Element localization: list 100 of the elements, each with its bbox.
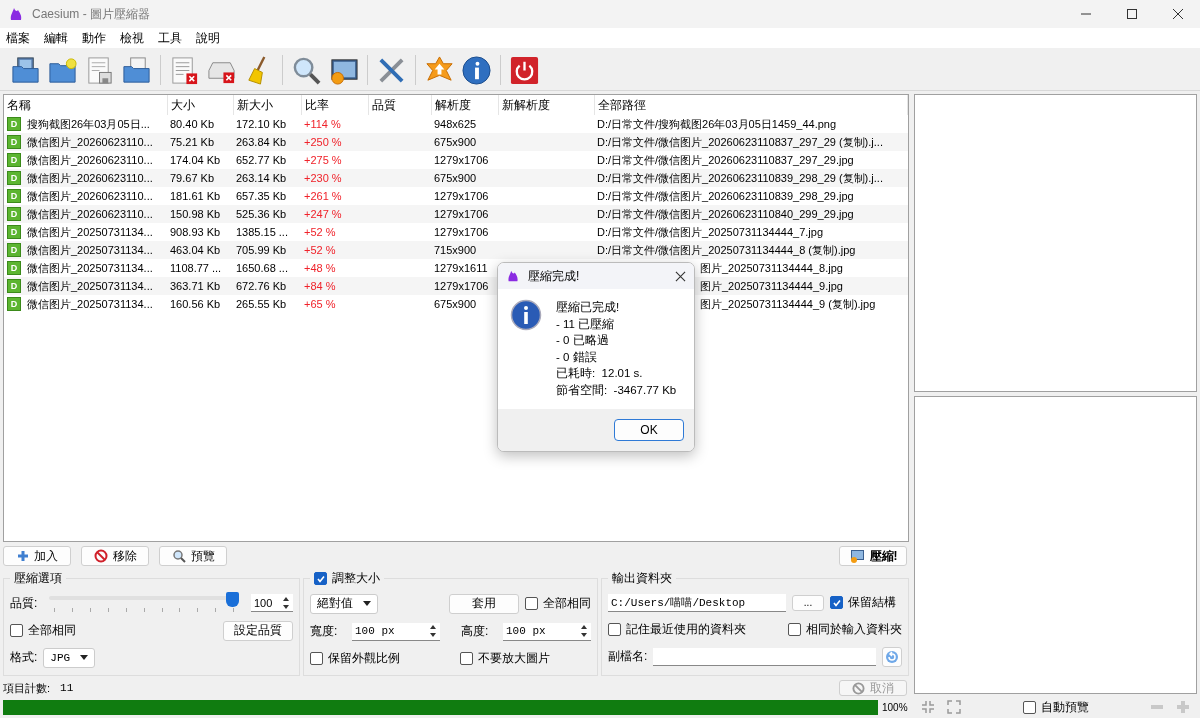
- table-cell: 1385.15 ...: [236, 226, 288, 238]
- checkbox[interactable]: [788, 622, 801, 636]
- menu-item[interactable]: 動作: [82, 29, 106, 47]
- browse-button[interactable]: ...: [792, 594, 824, 611]
- document-delete-icon[interactable]: [169, 54, 200, 86]
- power-icon[interactable]: [509, 54, 540, 86]
- table-cell: 675x900: [434, 172, 477, 184]
- column-header[interactable]: 品質: [368, 95, 431, 115]
- column-header[interactable]: 解析度: [431, 95, 498, 115]
- table-cell: 微信图片_20250731134...: [27, 224, 153, 240]
- field-label: 格式:: [10, 649, 38, 667]
- table-cell: 265.55 Kb: [236, 298, 287, 310]
- column-header[interactable]: 全部路徑: [594, 95, 908, 115]
- slider-thumb[interactable]: [226, 592, 239, 608]
- quality-slider[interactable]: [49, 592, 239, 615]
- checkbox-label: 相同於輸入資料夾: [806, 620, 902, 638]
- info-icon[interactable]: [461, 54, 492, 86]
- file-type-badge: D: [7, 153, 21, 167]
- checkbox[interactable]: [525, 597, 538, 610]
- table-cell: +250 %: [304, 136, 342, 148]
- menu-item[interactable]: 檢視: [120, 29, 144, 47]
- table-cell: +261 %: [304, 190, 342, 202]
- folder-image-icon[interactable]: [10, 54, 41, 86]
- file-type-badge: D: [7, 189, 21, 203]
- table-cell: 微信图片_20260623110...: [27, 134, 153, 150]
- table-cell: 715x900: [434, 244, 477, 256]
- table-cell: 微信图片_20250731134...: [27, 260, 153, 276]
- table-cell: 181.61 Kb: [170, 190, 221, 202]
- table-cell: +230 %: [304, 172, 342, 184]
- table-cell: 微信图片_20260623110...: [27, 206, 153, 222]
- table-cell: 172.10 Kb: [236, 118, 287, 130]
- preview-button[interactable]: 預覽: [159, 546, 227, 566]
- column-header[interactable]: 比率: [301, 95, 368, 115]
- table-cell: 1650.68 ...: [236, 262, 288, 274]
- column-header[interactable]: 新大小: [233, 95, 301, 115]
- file-type-badge: D: [7, 225, 21, 239]
- table-cell: 微信图片_20260623110...: [27, 188, 153, 204]
- table-cell: 1279x1706: [434, 226, 489, 238]
- checkbox[interactable]: [310, 651, 323, 665]
- file-type-badge: D: [7, 279, 21, 293]
- ok-button[interactable]: OK: [614, 419, 684, 441]
- set-quality-button[interactable]: 設定品質: [223, 621, 293, 641]
- table-cell: +114 %: [304, 118, 341, 130]
- plus-icon: [16, 550, 29, 562]
- quality-spinbox[interactable]: 100: [251, 594, 293, 613]
- menu-item[interactable]: 說明: [196, 29, 220, 47]
- progress-text: 100%: [882, 701, 908, 713]
- table-cell: 图片_20250731134444_9.jpg: [700, 279, 843, 292]
- column-header[interactable]: 大小: [167, 95, 233, 115]
- info-icon: [510, 299, 542, 331]
- column-header[interactable]: 名稱: [4, 95, 167, 115]
- file-type-badge: D: [7, 117, 21, 131]
- table-cell: 160.56 Kb: [170, 298, 221, 310]
- close-icon[interactable]: [1172, 8, 1184, 20]
- close-icon[interactable]: [675, 270, 686, 282]
- checkbox-label: 不要放大圖片: [478, 649, 550, 667]
- table-cell: +275 %: [304, 154, 342, 166]
- table-cell: 1279x1706: [434, 190, 489, 202]
- table-cell: 948x625: [434, 118, 477, 130]
- menu-item[interactable]: 編輯: [44, 29, 68, 47]
- table-cell: D:/日常文件/微信图片_20260623110839_298_29.jpg: [597, 189, 854, 202]
- height-spinbox[interactable]: 100 px: [503, 622, 591, 641]
- checkbox[interactable]: [830, 596, 843, 609]
- output-folder-field[interactable]: C:/Users/喵喵/Desktop: [608, 593, 786, 612]
- maximize-icon[interactable]: [1126, 8, 1138, 20]
- table-cell: +52 %: [304, 244, 336, 256]
- field-label: 高度:: [461, 623, 490, 640]
- menu-item[interactable]: 工具: [158, 29, 182, 47]
- checkbox[interactable]: [608, 622, 621, 636]
- checkbox-label: 保留外觀比例: [328, 649, 400, 667]
- table-cell: 657.35 Kb: [236, 190, 287, 202]
- apply-button[interactable]: 套用: [449, 593, 519, 614]
- menu-item[interactable]: 檔案: [6, 29, 30, 47]
- table-cell: 675x900: [434, 298, 477, 310]
- checkbox[interactable]: [460, 651, 473, 665]
- table-cell: 150.98 Kb: [170, 208, 221, 220]
- app-logo-icon: [506, 269, 520, 283]
- suffix-field[interactable]: [653, 647, 876, 666]
- checkbox[interactable]: [10, 624, 23, 638]
- no-entry-icon: [93, 549, 108, 563]
- resize-mode-dropdown[interactable]: 絕對值: [310, 593, 378, 614]
- checkbox[interactable]: [314, 572, 327, 585]
- format-dropdown[interactable]: JPG: [43, 647, 96, 668]
- width-spinbox[interactable]: 100 px: [352, 622, 440, 641]
- add-button[interactable]: 加入: [3, 546, 71, 566]
- checkbox[interactable]: [1022, 700, 1036, 714]
- folder-document-icon[interactable]: [121, 54, 152, 86]
- remove-button[interactable]: 移除: [81, 546, 149, 566]
- table-cell: 80.40 Kb: [170, 118, 215, 130]
- checkbox-label: 全部相同: [543, 595, 591, 612]
- dialog-text: 已耗時: 12.01 s.: [556, 366, 644, 381]
- field-label: 寬度:: [310, 623, 339, 640]
- column-header[interactable]: 新解析度: [498, 95, 594, 115]
- search-icon: [171, 549, 186, 563]
- table-cell: 1279x1706: [434, 280, 489, 292]
- group-title: 調整大小: [332, 570, 380, 587]
- compress-button[interactable]: 壓縮!: [839, 546, 907, 566]
- table-cell: 图片_20250731134444_8.jpg: [700, 261, 843, 274]
- file-type-badge: D: [7, 207, 21, 221]
- table-cell: 搜狗截图26年03月05日...: [27, 116, 150, 132]
